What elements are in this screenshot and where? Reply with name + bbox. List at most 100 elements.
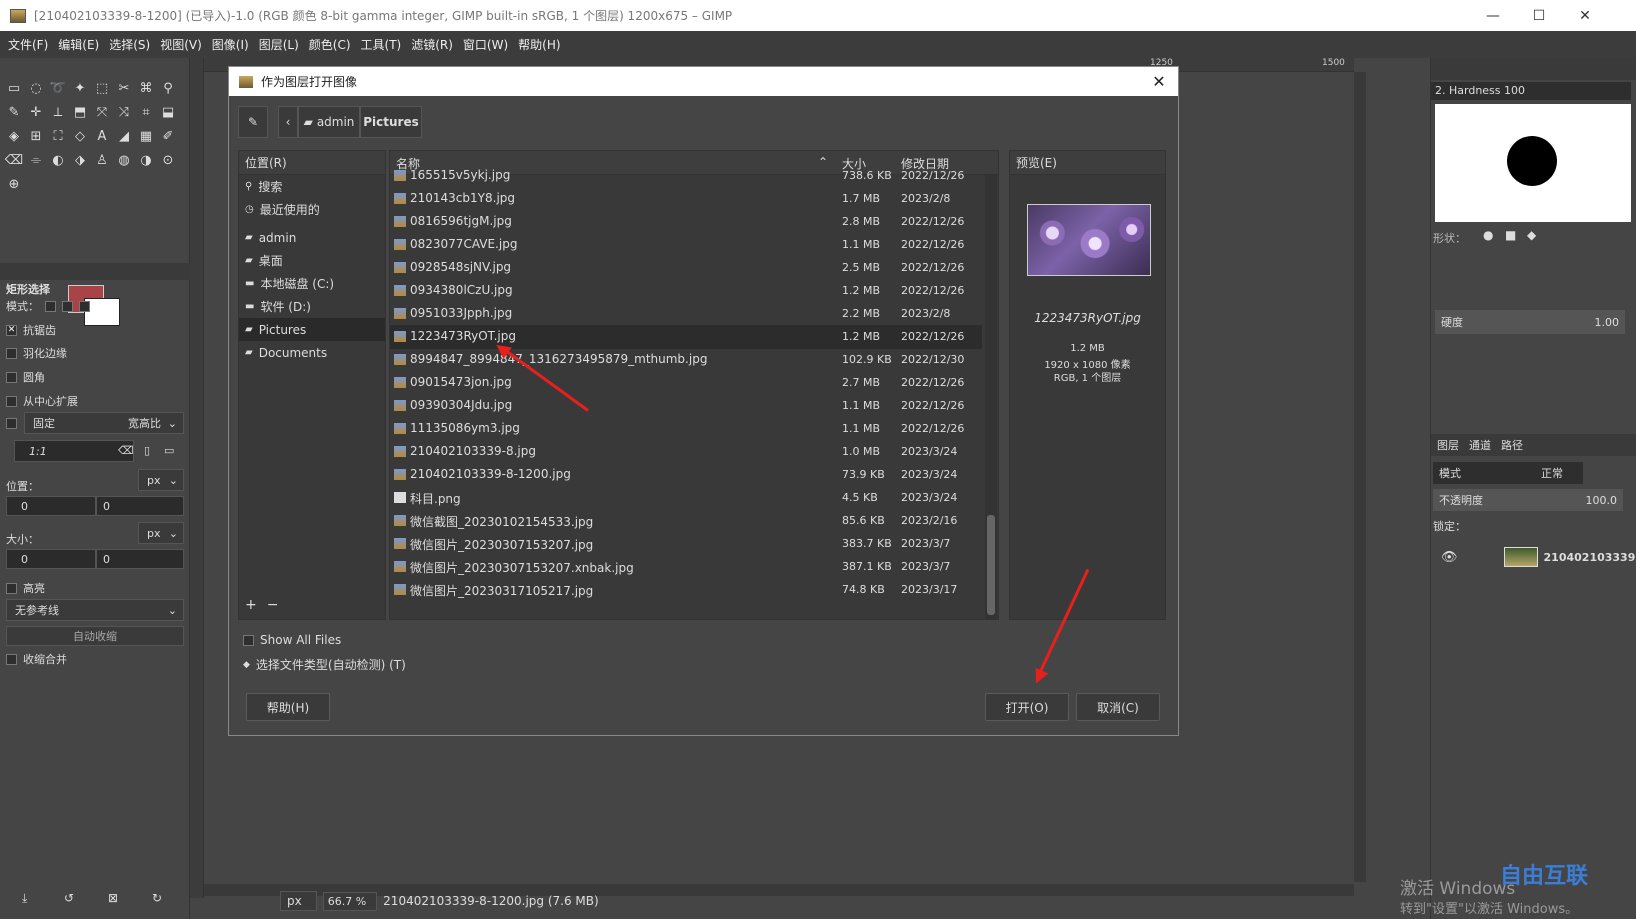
tool-icon[interactable]: ⟂ [48,102,68,122]
highlight-row[interactable]: 高亮 [6,580,45,596]
fixed-checkbox[interactable] [6,418,17,429]
menu-item[interactable]: 滤镜(R) [407,36,457,53]
tab-channels[interactable]: 通道 [1469,437,1491,453]
tool-icon[interactable]: ⤧ [92,102,112,122]
tool-icon[interactable]: ◌ [26,78,46,98]
menu-item[interactable]: 文件(F) [4,36,52,53]
tool-icon[interactable]: ◍ [114,150,134,170]
zoom-combo[interactable]: 66.7 % [322,891,378,911]
add-bookmark-icon[interactable]: + [245,597,257,613]
ratio-field[interactable]: 1:1 [14,440,134,462]
size-w-field[interactable]: 0 [6,549,96,569]
tool-icon[interactable]: ▦ [136,126,156,146]
file-row[interactable]: 165515v5ykj.jpg 738.6 KB 2022/12/26 [390,164,982,188]
mode-replace-icon[interactable] [45,300,56,312]
circle-shape-icon[interactable]: ● [1483,228,1493,242]
shrink-merged-row[interactable]: 收缩合并 [6,651,67,667]
file-row[interactable]: 210402103339-8-1200.jpg 73.9 KB 2023/3/24 [390,463,982,487]
place-item[interactable]: ▰ admin [239,226,385,249]
tab-paths[interactable]: 路径 [1501,437,1523,453]
position-x-field[interactable]: 0 [6,496,96,516]
layer-row[interactable]: 👁 210402103339 [1431,544,1636,570]
tool-icon[interactable]: ✎ [4,102,24,122]
tool-icon[interactable]: ◇ [70,126,90,146]
tool-icon[interactable]: ➰ [48,78,68,98]
tool-icon[interactable]: ⌗ [136,102,156,122]
tool-icon[interactable]: ⬚ [92,78,112,98]
file-row[interactable]: 09390304Jdu.jpg 1.1 MB 2022/12/26 [390,394,982,418]
shrink-merged-checkbox[interactable] [6,653,17,665]
menu-item[interactable]: 图层(L) [255,36,303,53]
tool-icon[interactable]: ⌘ [136,78,156,98]
save-options-icon[interactable]: ⤓ [22,891,27,906]
file-row[interactable]: 微信图片_20230307153207.jpg 383.7 KB 2023/3/7 [390,532,982,556]
file-row[interactable]: 微信图片_20230317105217.jpg 74.8 KB 2023/3/17 [390,578,982,602]
tool-icon[interactable]: ✐ [158,126,178,146]
antialias-checkbox[interactable]: ✕ [6,324,17,336]
tool-icon[interactable]: ◐ [48,150,68,170]
open-button[interactable]: 打开(O) [985,693,1069,721]
path-pictures-button[interactable]: Pictures [360,106,422,138]
file-row[interactable]: 科目.png 4.5 KB 2023/3/24 [390,486,982,510]
menu-item[interactable]: 编辑(E) [54,36,103,53]
dialog-close-button[interactable]: ✕ [1144,67,1174,96]
fixed-combo[interactable]: 固定 宽高比 ⌄ [24,412,184,434]
tool-icon[interactable]: ⬓ [158,102,178,122]
file-type-expander[interactable]: ◆ 选择文件类型(自动检测) (T) [243,656,406,673]
file-row[interactable]: 210402103339-8.jpg 1.0 MB 2023/3/24 [390,440,982,464]
place-item[interactable]: ⚲ 搜索 [239,175,385,198]
rounded-checkbox[interactable] [6,371,17,383]
restore-options-icon[interactable]: ↺ [64,891,74,905]
scrollbar-thumb[interactable] [987,515,995,615]
tool-icon[interactable]: ✦ [70,78,90,98]
rounded-row[interactable]: 圆角 [6,369,45,385]
size-h-field[interactable]: 0 [96,549,184,569]
place-item[interactable]: ◷ 最近使用的 [239,198,385,221]
tool-icon[interactable]: ✂ [114,78,134,98]
vertical-scrollbar[interactable] [1354,72,1366,882]
tool-icon[interactable]: ⤨ [114,102,134,122]
tool-icon[interactable]: ⊕ [4,174,24,194]
mode-subtract-icon[interactable] [79,300,90,312]
menu-item[interactable]: 窗口(W) [459,36,512,53]
tool-icon[interactable]: ⊞ [26,126,46,146]
tool-icon[interactable]: ◢ [114,126,134,146]
file-row[interactable]: 09015473jon.jpg 2.7 MB 2022/12/26 [390,371,982,395]
mode-add-icon[interactable] [62,300,73,312]
tab-layers[interactable]: 图层 [1437,437,1459,453]
reset-options-icon[interactable]: ↻ [152,891,162,905]
opacity-slider[interactable]: 不透明度 100.0 [1433,489,1623,511]
menu-item[interactable]: 选择(S) [105,36,154,53]
menu-item[interactable]: 图像(I) [208,36,253,53]
place-item[interactable]: ▰ 桌面 [239,249,385,272]
tool-icon[interactable]: A [92,126,112,146]
tool-icon[interactable]: ⬒ [70,102,90,122]
tool-icon[interactable]: ⛶ [48,126,68,146]
place-item[interactable]: ▬ 软件 (D:) [239,295,385,318]
position-y-field[interactable]: 0 [96,496,184,516]
highlight-checkbox[interactable] [6,582,17,594]
tool-icon[interactable]: ♙ [92,150,112,170]
position-unit-combo[interactable]: px ⌄ [138,469,184,491]
delete-options-icon[interactable]: ⊠ [108,891,118,905]
file-row[interactable]: 0951033Jpph.jpg 2.2 MB 2023/2/8 [390,302,982,326]
close-window-button[interactable]: ✕ [1562,0,1608,31]
file-row[interactable]: 210143cb1Y8.jpg 1.7 MB 2023/2/8 [390,187,982,211]
path-back-button[interactable]: ‹ [278,106,298,138]
layer-mode-combo[interactable]: 模式 正常 [1433,462,1583,484]
autoshrink-button[interactable]: 自动收缩 [6,626,184,646]
tool-icon[interactable]: ◑ [136,150,156,170]
remove-bookmark-icon[interactable]: − [267,597,279,613]
file-row[interactable]: 1223473RyOT.jpg 1.2 MB 2022/12/26 [390,325,982,349]
portrait-icon[interactable]: ▯ [144,444,150,457]
minimize-button[interactable]: — [1470,0,1516,31]
hardness-slider[interactable]: 硬度 1.00 [1435,310,1625,334]
file-row[interactable]: 0823077CAVE.jpg 1.1 MB 2022/12/26 [390,233,982,257]
menu-item[interactable]: 帮助(H) [514,36,564,53]
feather-row[interactable]: 羽化边缘 [6,345,67,361]
clear-icon[interactable]: ⌫ [118,444,134,457]
tool-icon[interactable]: ✛ [26,102,46,122]
expand-center-checkbox[interactable] [6,395,17,407]
tool-icon[interactable]: ⌯ [26,150,46,170]
tool-icon[interactable]: ▭ [4,78,24,98]
